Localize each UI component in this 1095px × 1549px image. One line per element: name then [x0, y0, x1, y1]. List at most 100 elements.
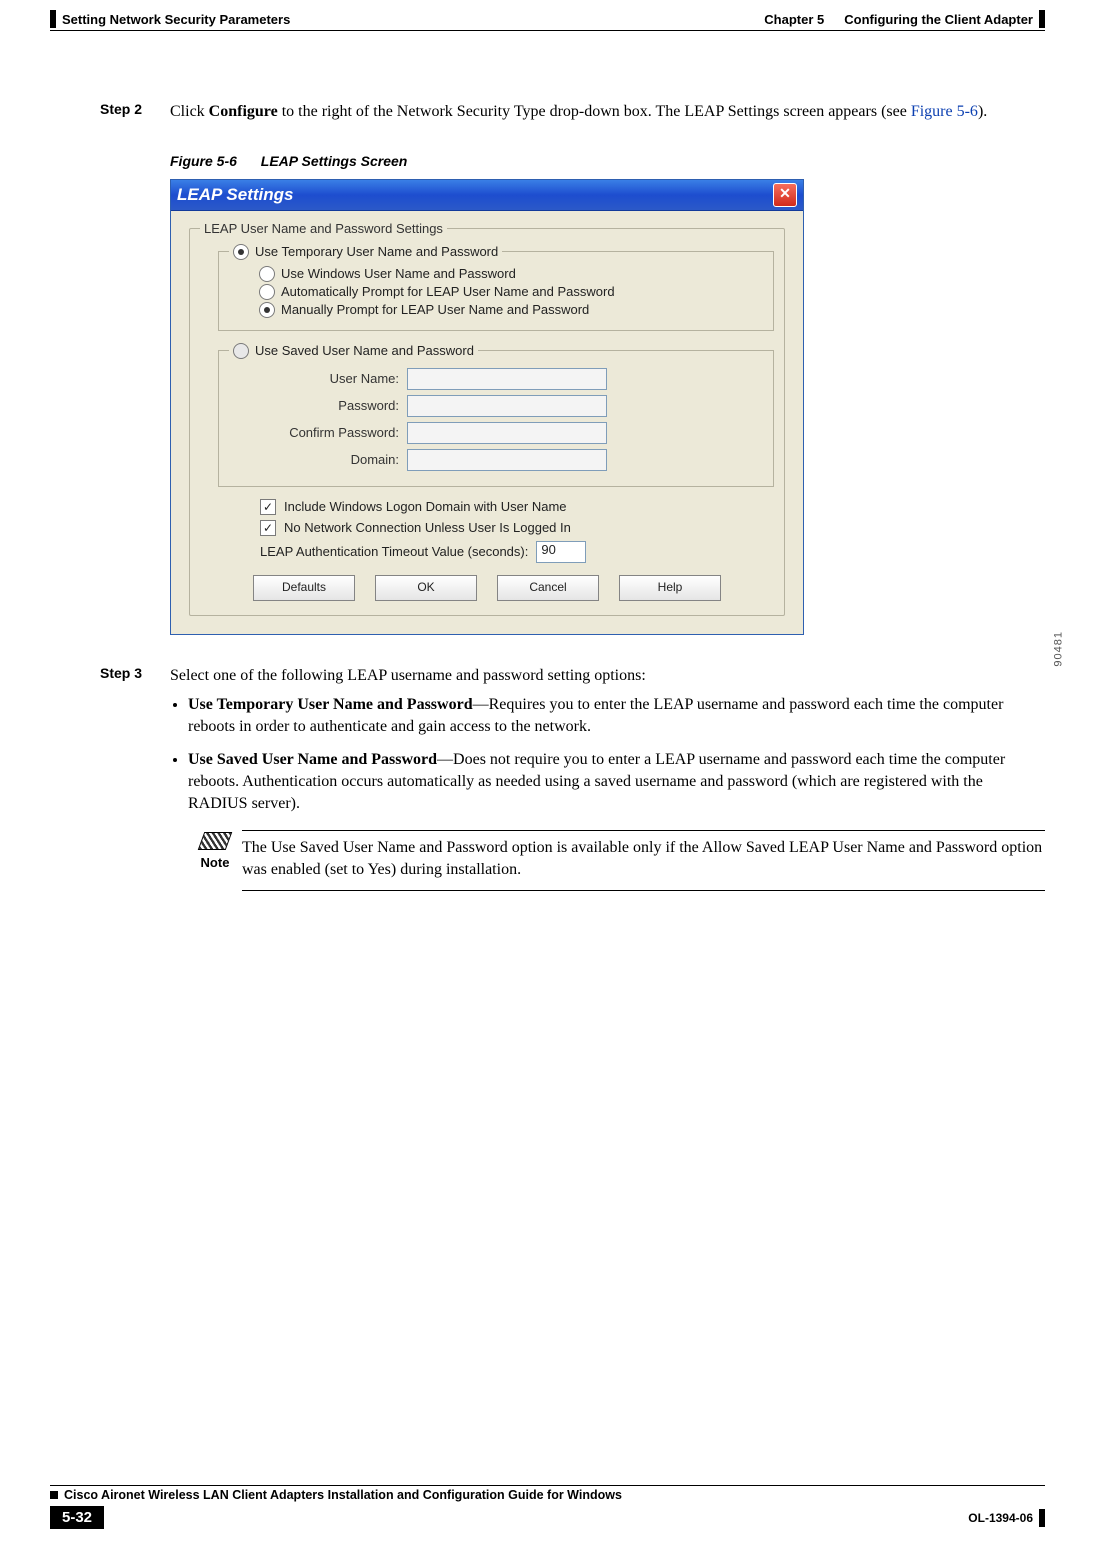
- text-fragment: to the right of the Network Security Typ…: [278, 103, 911, 120]
- note-icon-col: Note: [188, 830, 242, 891]
- figure-caption: Figure 5-6 LEAP Settings Screen: [170, 153, 1045, 169]
- list-item: Use Saved User Name and Password—Does no…: [188, 749, 1045, 891]
- button-label: OK: [417, 580, 434, 594]
- no-connection-checkbox[interactable]: No Network Connection Unless User Is Log…: [260, 520, 774, 536]
- domain-row: Domain:: [249, 449, 763, 471]
- button-label: Defaults: [282, 580, 326, 594]
- option-title: Use Saved User Name and Password: [188, 751, 437, 768]
- radio-icon: [259, 284, 275, 300]
- domain-label: Domain:: [249, 452, 407, 467]
- running-footer: Cisco Aironet Wireless LAN Client Adapte…: [50, 1485, 1045, 1529]
- radio-icon: [233, 244, 249, 260]
- text-fragment: Click: [170, 103, 209, 120]
- group-legend: LEAP User Name and Password Settings: [200, 221, 447, 236]
- dialog-titlebar: LEAP Settings ✕: [171, 180, 803, 211]
- radio-label: Automatically Prompt for LEAP User Name …: [281, 284, 615, 299]
- checkbox-label: Include Windows Logon Domain with User N…: [284, 499, 567, 514]
- note-icon: [198, 832, 233, 850]
- confirm-label: Confirm Password:: [249, 425, 407, 440]
- book-title: Cisco Aironet Wireless LAN Client Adapte…: [64, 1488, 622, 1502]
- username-input[interactable]: [407, 368, 607, 390]
- figure-screenshot: LEAP Settings ✕ LEAP User Name and Passw…: [170, 179, 1045, 635]
- figure-ref: Figure 5-6: [170, 153, 237, 169]
- confirm-row: Confirm Password:: [249, 422, 763, 444]
- note-label: Note: [201, 854, 230, 872]
- saved-radio-label: Use Saved User Name and Password: [255, 343, 474, 358]
- header-left: Setting Network Security Parameters: [50, 10, 290, 28]
- radio-icon: [259, 302, 275, 318]
- radio-icon: [259, 266, 275, 282]
- header-bar-icon: [50, 10, 56, 28]
- section-title: Setting Network Security Parameters: [62, 12, 290, 27]
- step-3: Step 3 Select one of the following LEAP …: [100, 665, 1045, 892]
- temporary-radio-legend[interactable]: Use Temporary User Name and Password: [229, 244, 502, 260]
- text-fragment: ).: [978, 103, 987, 120]
- saved-radio-legend[interactable]: Use Saved User Name and Password: [229, 343, 478, 359]
- step3-options: Use Temporary User Name and Password—Req…: [170, 694, 1045, 891]
- cancel-button[interactable]: Cancel: [497, 575, 599, 601]
- doc-id: OL-1394-06: [968, 1511, 1033, 1525]
- chapter-title: Configuring the Client Adapter: [844, 12, 1033, 27]
- timeout-row: LEAP Authentication Timeout Value (secon…: [260, 541, 774, 563]
- checkbox-icon: [260, 520, 276, 536]
- radio-label: Manually Prompt for LEAP User Name and P…: [281, 302, 589, 317]
- leap-group: LEAP User Name and Password Settings Use…: [189, 221, 785, 616]
- include-domain-checkbox[interactable]: Include Windows Logon Domain with User N…: [260, 499, 774, 515]
- step-label: Step 2: [100, 101, 170, 123]
- close-button[interactable]: ✕: [773, 183, 797, 207]
- temporary-subgroup: Use Temporary User Name and Password Use…: [218, 244, 774, 331]
- temporary-radio-label: Use Temporary User Name and Password: [255, 244, 498, 259]
- password-label: Password:: [249, 398, 407, 413]
- checkbox-icon: [260, 499, 276, 515]
- step-text: Click Configure to the right of the Netw…: [170, 101, 987, 123]
- leap-settings-dialog: LEAP Settings ✕ LEAP User Name and Passw…: [170, 179, 804, 635]
- note-text: The Use Saved User Name and Password opt…: [242, 837, 1045, 880]
- header-right: Chapter 5 Configuring the Client Adapter: [764, 10, 1045, 28]
- page-number: 5-32: [50, 1506, 104, 1529]
- password-row: Password:: [249, 395, 763, 417]
- help-button[interactable]: Help: [619, 575, 721, 601]
- timeout-label: LEAP Authentication Timeout Value (secon…: [260, 544, 528, 559]
- step-label: Step 3: [100, 665, 170, 687]
- radio-label: Use Windows User Name and Password: [281, 266, 516, 281]
- button-label: Cancel: [529, 580, 566, 594]
- domain-input[interactable]: [407, 449, 607, 471]
- list-item: Use Temporary User Name and Password—Req…: [188, 694, 1045, 737]
- footer-bottom: 5-32 OL-1394-06: [50, 1506, 1045, 1529]
- dialog-title: LEAP Settings: [177, 185, 294, 205]
- note-block: Note The Use Saved User Name and Passwor…: [188, 830, 1045, 891]
- username-label: User Name:: [249, 371, 407, 386]
- dialog-body: LEAP User Name and Password Settings Use…: [171, 211, 803, 634]
- header-divider: [50, 30, 1045, 31]
- step-intro: Select one of the following LEAP usernam…: [170, 665, 646, 687]
- sub-radio-manual[interactable]: Manually Prompt for LEAP User Name and P…: [259, 302, 763, 318]
- saved-subgroup: Use Saved User Name and Password User Na…: [218, 343, 774, 487]
- defaults-button[interactable]: Defaults: [253, 575, 355, 601]
- step-2: Step 2 Click Configure to the right of t…: [100, 101, 1045, 123]
- header-bar-icon: [1039, 10, 1045, 28]
- content-area: Step 2 Click Configure to the right of t…: [100, 101, 1045, 891]
- configure-bold: Configure: [209, 103, 278, 120]
- footer-bar-icon: [1039, 1509, 1045, 1527]
- image-id-label: 90481: [1053, 631, 1065, 667]
- figure-link[interactable]: Figure 5-6: [911, 103, 978, 120]
- option-title: Use Temporary User Name and Password: [188, 696, 473, 713]
- footer-square-icon: [50, 1491, 58, 1499]
- page: Setting Network Security Parameters Chap…: [0, 0, 1095, 1549]
- footer-title-row: Cisco Aironet Wireless LAN Client Adapte…: [50, 1488, 1045, 1502]
- sub-radio-windows[interactable]: Use Windows User Name and Password: [259, 266, 763, 282]
- timeout-value: 90: [541, 542, 555, 557]
- radio-icon: [233, 343, 249, 359]
- confirm-input[interactable]: [407, 422, 607, 444]
- checkbox-label: No Network Connection Unless User Is Log…: [284, 520, 571, 535]
- chapter-label: Chapter 5: [764, 12, 824, 27]
- footer-right: OL-1394-06: [968, 1509, 1045, 1527]
- ok-button[interactable]: OK: [375, 575, 477, 601]
- sub-radio-auto[interactable]: Automatically Prompt for LEAP User Name …: [259, 284, 763, 300]
- button-label: Help: [658, 580, 683, 594]
- running-header: Setting Network Security Parameters Chap…: [50, 0, 1045, 28]
- timeout-input[interactable]: 90: [536, 541, 586, 563]
- option-list: Use Temporary User Name and Password—Req…: [170, 694, 1045, 891]
- password-input[interactable]: [407, 395, 607, 417]
- figure-title: LEAP Settings Screen: [261, 153, 408, 169]
